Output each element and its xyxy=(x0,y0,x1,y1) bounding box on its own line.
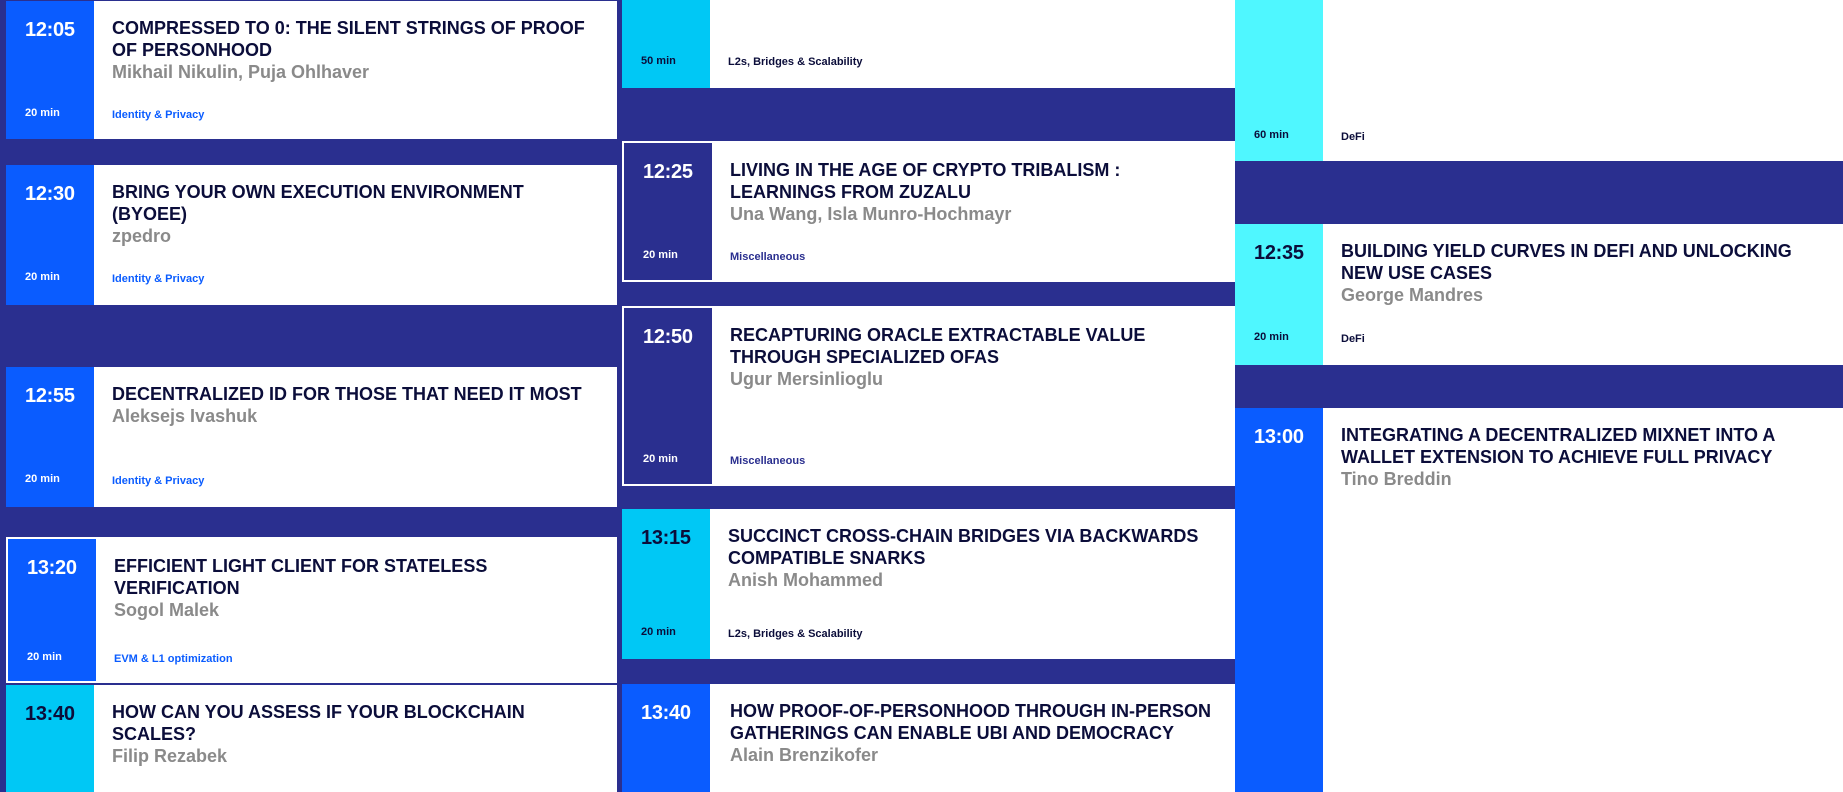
session-title: INTEGRATING A DECENTRALIZED MIXNET INTO … xyxy=(1341,425,1775,467)
session-time: 13:15 xyxy=(641,527,691,549)
session-track: Miscellaneous xyxy=(730,251,806,263)
session-title: EFFICIENT LIGHT CLIENT FOR STATELESS VER… xyxy=(114,556,488,598)
session-body: INTEGRATING A DECENTRALIZED MIXNET INTO … xyxy=(1323,408,1843,792)
session-stripe: 12:05 20 min xyxy=(6,1,94,139)
session-title: SUCCINCT CROSS-CHAIN BRIDGES VIA BACKWAR… xyxy=(728,526,1199,568)
session-stripe: 12:25 20 min xyxy=(624,143,712,280)
session-body: BUILDING YIELD CURVES IN DEFI AND UNLOCK… xyxy=(1323,224,1843,365)
session-speakers: George Mandres xyxy=(1341,285,1484,305)
session-duration: 60 min xyxy=(1254,129,1289,141)
session-time: 12:25 xyxy=(643,161,693,183)
session-stripe: 13:20 20 min xyxy=(8,539,96,681)
session-speakers: Mikhail Nikulin, Puja Ohlhaver xyxy=(112,62,370,82)
session-title: LIVING IN THE AGE OF CRYPTO TRIBALISM : … xyxy=(730,160,1121,202)
session-body: HOW CAN YOU ASSESS IF YOUR BLOCKCHAIN SC… xyxy=(94,685,617,792)
session-time: 13:40 xyxy=(641,702,691,724)
session-track: Identity & Privacy xyxy=(112,273,205,285)
session-title: BRING YOUR OWN EXECUTION ENVIRONMENT (BY… xyxy=(112,182,524,224)
session-stripe: 60 min xyxy=(1235,0,1323,161)
session-speakers: zpedro xyxy=(112,226,172,246)
session-stripe: 12:50 20 min xyxy=(624,308,712,484)
session-title: DECENTRALIZED ID FOR THOSE THAT NEED IT … xyxy=(112,384,582,404)
session-duration: 20 min xyxy=(643,453,678,465)
session-card[interactable]: 12:05 20 min COMPRESSED TO 0: THE SILENT… xyxy=(6,1,617,139)
session-track: EVM & L1 optimization xyxy=(114,653,233,665)
session-title: BUILDING YIELD CURVES IN DEFI AND UNLOCK… xyxy=(1341,241,1792,283)
session-title: COMPRESSED TO 0: THE SILENT STRINGS OF P… xyxy=(112,18,585,60)
session-card[interactable]: 12:25 20 min LIVING IN THE AGE OF CRYPTO… xyxy=(622,141,1235,282)
session-time: 12:55 xyxy=(25,385,75,407)
session-card[interactable]: 12:35 20 min BUILDING YIELD CURVES IN DE… xyxy=(1235,224,1843,365)
session-speakers: Anish Mohammed xyxy=(728,570,884,590)
session-speakers: Ugur Mersinlioglu xyxy=(730,369,883,389)
session-card[interactable]: 13:15 20 min SUCCINCT CROSS-CHAIN BRIDGE… xyxy=(622,509,1235,659)
session-body: COMPRESSED TO 0: THE SILENT STRINGS OF P… xyxy=(94,1,617,139)
session-card[interactable]: 60 min DeFi xyxy=(1235,0,1843,161)
session-track: Miscellaneous xyxy=(730,455,806,467)
session-card[interactable]: 13:40 HOW CAN YOU ASSESS IF YOUR BLOCKCH… xyxy=(6,685,617,792)
session-time: 12:35 xyxy=(1254,242,1304,264)
session-card[interactable]: 12:50 20 min RECAPTURING ORACLE EXTRACTA… xyxy=(622,306,1235,486)
session-duration: 50 min xyxy=(641,55,676,67)
session-body: RECAPTURING ORACLE EXTRACTABLE VALUE THR… xyxy=(712,308,1233,484)
session-title: HOW PROOF-OF-PERSONHOOD THROUGH IN-PERSO… xyxy=(730,701,1211,743)
session-body: BRING YOUR OWN EXECUTION ENVIRONMENT (BY… xyxy=(94,165,617,305)
session-body: SUCCINCT CROSS-CHAIN BRIDGES VIA BACKWAR… xyxy=(710,509,1235,659)
session-stripe: 13:40 xyxy=(6,685,94,792)
session-duration: 20 min xyxy=(641,626,676,638)
session-stripe: 12:55 20 min xyxy=(6,367,94,507)
schedule-column-1: 12:05 20 min COMPRESSED TO 0: THE SILENT… xyxy=(0,0,617,792)
session-card[interactable]: 12:30 20 min BRING YOUR OWN EXECUTION EN… xyxy=(6,165,617,305)
session-speakers: Tino Breddin xyxy=(1341,469,1452,489)
session-card[interactable]: 13:00 INTEGRATING A DECENTRALIZED MIXNET… xyxy=(1235,408,1843,792)
session-track: DeFi xyxy=(1341,333,1365,345)
session-speakers: Filip Rezabek xyxy=(112,746,228,766)
session-stripe: 50 min xyxy=(622,0,710,88)
session-time: 13:40 xyxy=(25,703,75,725)
session-stripe: 13:40 xyxy=(622,684,710,792)
session-card[interactable]: 12:55 20 min DECENTRALIZED ID FOR THOSE … xyxy=(6,367,617,507)
session-title: HOW CAN YOU ASSESS IF YOUR BLOCKCHAIN SC… xyxy=(112,702,525,744)
session-stripe: 13:00 xyxy=(1235,408,1323,792)
session-track: L2s, Bridges & Scalability xyxy=(728,56,863,68)
session-body: DeFi xyxy=(1323,0,1843,161)
session-body: HOW PROOF-OF-PERSONHOOD THROUGH IN-PERSO… xyxy=(710,684,1235,792)
session-title: RECAPTURING ORACLE EXTRACTABLE VALUE THR… xyxy=(730,325,1146,367)
session-body: LIVING IN THE AGE OF CRYPTO TRIBALISM : … xyxy=(712,143,1233,280)
session-body: DECENTRALIZED ID FOR THOSE THAT NEED IT … xyxy=(94,367,617,507)
session-speakers: Sogol Malek xyxy=(114,600,220,620)
session-duration: 20 min xyxy=(25,271,60,283)
session-body: L2s, Bridges & Scalability xyxy=(710,0,1235,88)
session-body: EFFICIENT LIGHT CLIENT FOR STATELESS VER… xyxy=(96,539,615,681)
session-time: 12:30 xyxy=(25,183,75,205)
session-stripe: 12:30 20 min xyxy=(6,165,94,305)
session-card[interactable]: 50 min L2s, Bridges & Scalability xyxy=(622,0,1235,88)
session-track: Identity & Privacy xyxy=(112,475,205,487)
session-track: Identity & Privacy xyxy=(112,109,205,121)
schedule-column-2: 50 min L2s, Bridges & Scalability 12:25 … xyxy=(617,0,1235,792)
session-duration: 20 min xyxy=(1254,331,1289,343)
session-duration: 20 min xyxy=(27,651,62,663)
session-duration: 20 min xyxy=(643,249,678,261)
session-track: L2s, Bridges & Scalability xyxy=(728,628,863,640)
session-time: 12:50 xyxy=(643,326,693,348)
session-time: 12:05 xyxy=(25,19,75,41)
session-duration: 20 min xyxy=(25,107,60,119)
session-card[interactable]: 13:20 20 min EFFICIENT LIGHT CLIENT FOR … xyxy=(6,537,617,683)
session-duration: 20 min xyxy=(25,473,60,485)
schedule-column-3: 60 min DeFi 12:35 20 min BUILDING YIELD … xyxy=(1234,0,1843,792)
session-stripe: 12:35 20 min xyxy=(1235,224,1323,365)
session-speakers: Aleksejs Ivashuk xyxy=(112,406,258,426)
session-track: DeFi xyxy=(1341,131,1365,143)
session-time: 13:20 xyxy=(27,557,77,579)
session-speakers: Una Wang, Isla Munro-Hochmayr xyxy=(730,204,1012,224)
session-stripe: 13:15 20 min xyxy=(622,509,710,659)
session-time: 13:00 xyxy=(1254,426,1304,448)
session-speakers: Alain Brenzikofer xyxy=(730,745,879,765)
session-card[interactable]: 13:40 HOW PROOF-OF-PERSONHOOD THROUGH IN… xyxy=(622,684,1235,792)
